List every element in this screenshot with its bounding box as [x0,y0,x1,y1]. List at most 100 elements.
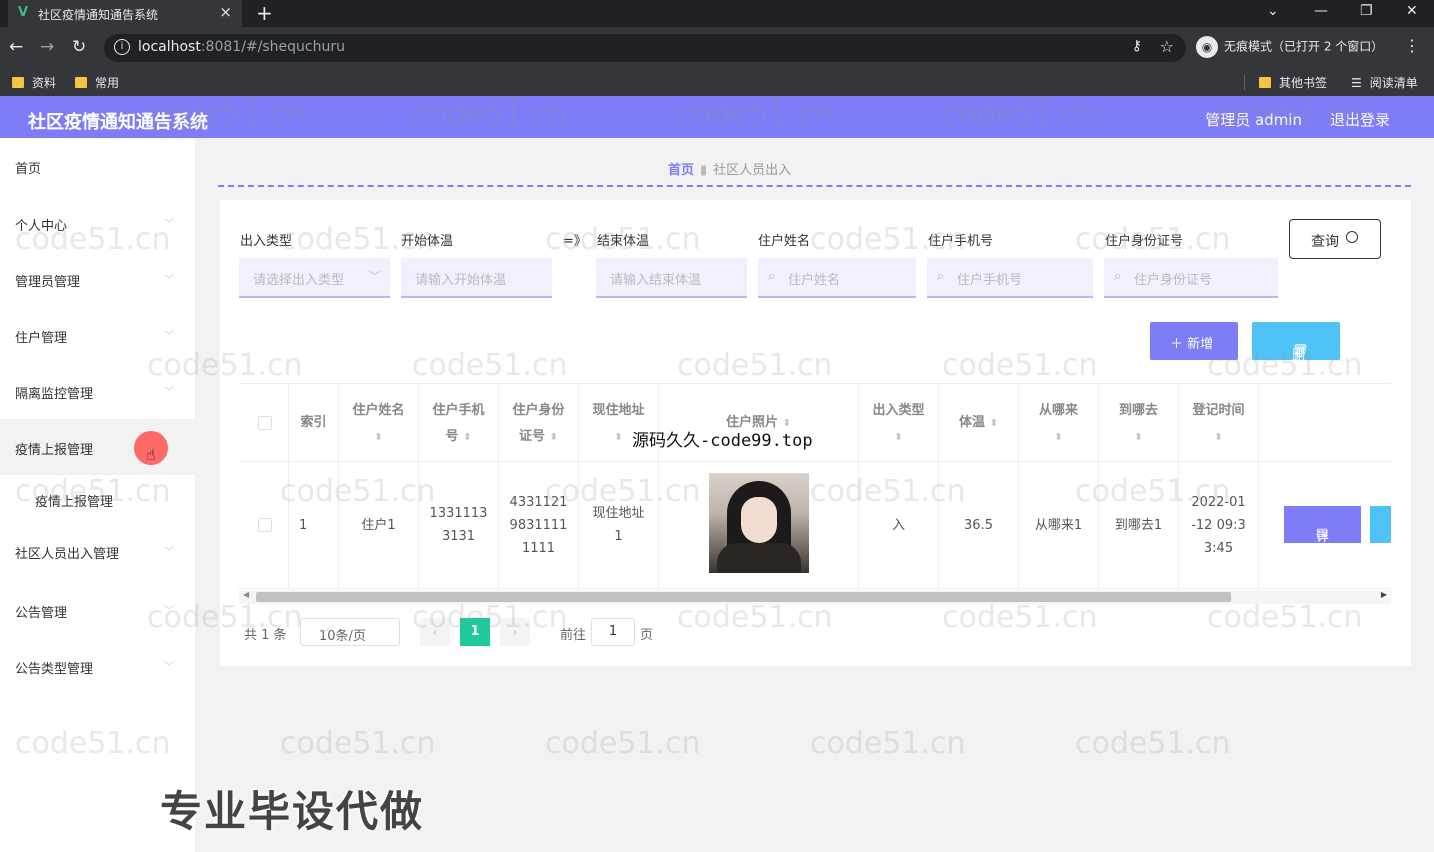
delete-button[interactable]: 🗑 删除 [1252,322,1340,382]
sort-icon[interactable]: ⬍ [1054,432,1062,443]
url-text[interactable]: localhost:8081/#/shequchuru [138,39,345,55]
horizontal-scrollbar[interactable]: ◀ ▶ [239,590,1391,604]
table-header[interactable]: 出入类型 ⬍ [859,384,939,462]
sort-icon[interactable]: ⬍ [463,432,471,443]
watermark: code51.cn [1075,726,1231,761]
id-label: 住户身份证号 [1105,234,1184,249]
minimize-icon[interactable]: — [1314,3,1328,19]
table-cell: 4331121 9831111 1111 [499,462,579,589]
new-tab-icon[interactable]: + [256,1,273,25]
table-cell: 2022-01 -12 09:3 3:45 [1179,462,1259,589]
watermark: code51.cn [810,726,966,761]
name-search-input[interactable]: ⌕ 住户姓名 [758,258,916,298]
sort-icon[interactable]: ⬍ [894,432,902,443]
sort-icon[interactable]: ⬍ [1214,432,1222,443]
phone-search-input[interactable]: ⌕ 住户手机号 [927,258,1093,298]
reload-icon[interactable]: ↻ [72,37,86,57]
table-header[interactable]: 体温 ⬍ [939,384,1019,462]
sidebar-item-quarantine[interactable]: 隔离监控管理 ﹀ [0,363,195,419]
table-header[interactable]: 索引 [289,384,339,462]
sort-icon[interactable]: ⬍ [1134,432,1142,443]
tab-search-icon[interactable]: ⌄ [1267,3,1279,19]
hand-cursor-icon: ☝ [146,445,156,464]
start-temp-input[interactable]: 请输入开始体温 [401,258,552,298]
sort-icon[interactable]: ⬍ [614,432,622,443]
folder-icon [1259,77,1271,88]
edit-button[interactable] [1370,506,1391,543]
site-info-icon[interactable]: i [114,39,130,55]
data-table: 索引 住户姓名 ⬍ 住户手机号 ⬍ 住户身份 证号 ⬍ 现住地址 ⬍ 住户照片 ⬍ 出… [239,383,1391,590]
breadcrumb-home[interactable]: 首页 [668,163,694,178]
bookmark-folder[interactable]: 常用 [75,74,119,91]
reading-list[interactable]: ☰ 阅读清单 [1351,74,1418,91]
sidebar-item-home[interactable]: 首页 [0,138,195,194]
sidebar: 首页 个人中心 ﹀ 管理员管理 ﹀ 住户管理 ﹀ 隔离监控管理 ﹀ 疫情上报管理 疫情上… [0,138,195,852]
prev-page-button[interactable]: ‹ [420,618,450,646]
overlay-banner-text: 专业毕设代做 [160,787,425,836]
scroll-right-icon[interactable]: ▶ [1381,590,1387,599]
id-search-input[interactable]: ⌕ 住户身份证号 [1104,258,1278,298]
scroll-left-icon[interactable]: ◀ [243,590,249,599]
table-cell: 入 [859,462,939,589]
table-header[interactable]: 从哪来 ⬍ [1019,384,1099,462]
browser-menu-icon[interactable]: ⋮ [1404,36,1420,55]
phone-label: 住户手机号 [928,234,994,249]
close-tab-icon[interactable]: × [219,3,232,21]
sidebar-item-admins[interactable]: 管理员管理 ﹀ [0,251,195,307]
folder-icon [12,77,24,88]
page-number-button[interactable]: 1 [460,618,490,646]
goto-page-input[interactable]: 1 [591,618,635,646]
breadcrumb-separator-icon: ▮ [700,163,708,178]
sidebar-item-notices[interactable]: 公告管理 ﹀ [0,582,195,638]
other-bookmarks[interactable]: 其他书签 [1259,74,1327,91]
table-header[interactable]: 登记时间 ⬍ [1179,384,1259,462]
select-all-checkbox[interactable] [258,416,272,430]
bookmark-star-icon[interactable]: ☆ [1160,37,1174,56]
resident-photo[interactable] [709,473,809,573]
chevron-down-icon: ﹀ [164,387,174,398]
maximize-icon[interactable]: ❐ [1360,3,1373,19]
query-button[interactable]: 查询 [1289,219,1381,259]
table-cell: 从哪来1 [1019,462,1099,589]
page-size-select[interactable]: 10条/页 ﹀ [300,618,400,646]
sidebar-item-access[interactable]: 社区人员出入管理 ﹀ [0,523,195,579]
chevron-down-icon: ﹀ [164,219,174,230]
end-temp-label: 结束体温 [597,234,650,249]
end-temp-input[interactable]: 请输入结束体温 [596,258,747,298]
close-window-icon[interactable]: ✕ [1406,3,1418,19]
next-page-button[interactable]: › [500,618,530,646]
row-checkbox[interactable] [258,518,272,532]
sidebar-item-profile[interactable]: 个人中心 ﹀ [0,195,195,251]
sidebar-item-notice-types[interactable]: 公告类型管理 ﹀ [0,638,195,694]
sidebar-item-residents[interactable]: 住户管理 ﹀ [0,307,195,363]
row-checkbox-cell [239,462,289,589]
table-header[interactable]: 住户姓名 ⬍ [339,384,419,462]
table-cell: 住户1 [339,462,419,589]
table-header[interactable]: 到哪去 ⬍ [1099,384,1179,462]
search-icon: ⌕ [1114,269,1122,284]
photo-cell [659,462,859,589]
incognito-icon: ◉ [1196,36,1218,58]
table-header[interactable]: 住户身份 证号 ⬍ [499,384,579,462]
back-icon[interactable]: ← [9,37,23,57]
detail-button[interactable]: ▤ 详情 [1284,506,1361,564]
sidebar-subitem-epidemic-report[interactable]: 疫情上报管理 [35,491,113,510]
type-select[interactable]: 请选择出入类型 ﹀ [239,258,390,298]
sort-icon[interactable]: ⬍ [374,432,382,443]
search-icon [1346,231,1358,243]
table-header[interactable]: 住户手机号 ⬍ [419,384,499,462]
chevron-down-icon: ﹀ [164,662,174,673]
add-button[interactable]: ＋ 新增 [1150,322,1238,360]
sort-icon[interactable]: ⬍ [550,432,558,443]
key-icon[interactable]: ⚷ [1132,38,1142,54]
scrollbar-thumb[interactable] [256,592,1231,602]
sort-icon[interactable]: ⬍ [990,418,998,429]
browser-tab[interactable]: V 社区疫情通知通告系统 × [8,0,242,27]
forward-icon[interactable]: → [40,37,54,57]
search-icon: ⌕ [768,269,776,284]
breadcrumb-current: 社区人员出入 [713,163,792,178]
incognito-indicator[interactable]: ◉ 无痕模式（已打开 2 个窗口） [1196,36,1383,58]
omnibox[interactable]: i localhost:8081/#/shequchuru ⚷ ☆ [104,34,1186,62]
logout-button[interactable]: 退出登录 [1330,109,1390,130]
bookmark-folder[interactable]: 资料 [12,74,56,91]
